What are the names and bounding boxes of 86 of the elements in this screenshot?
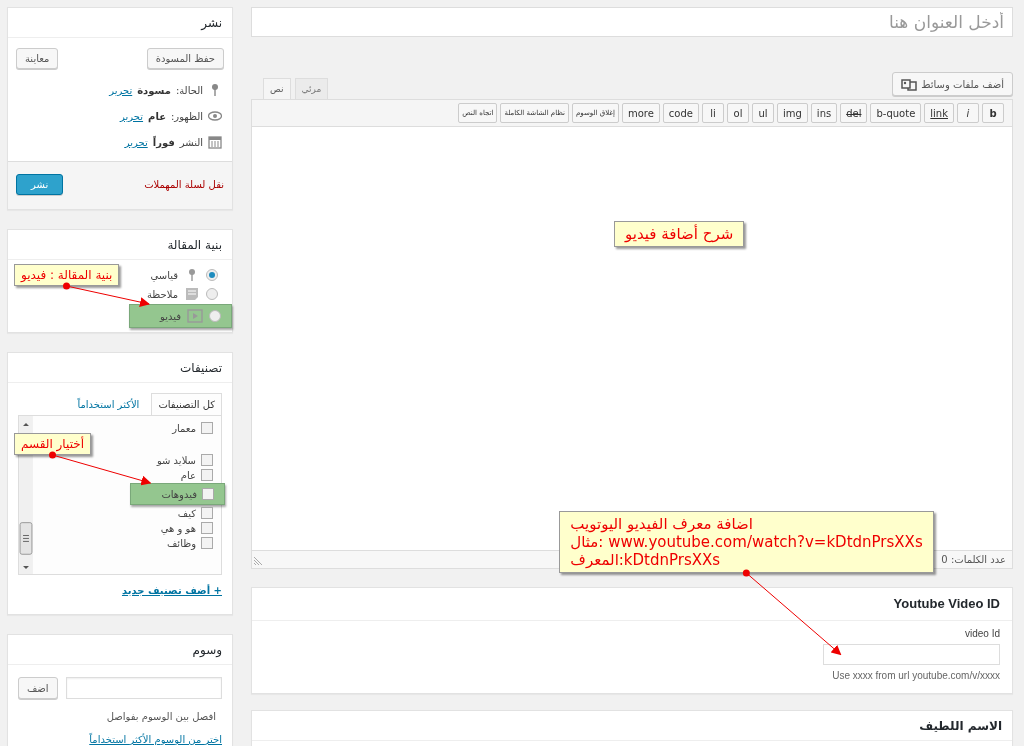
meta-label: الحالة: bbox=[175, 84, 203, 96]
format-option[interactable]: ملاحظة bbox=[142, 285, 222, 303]
category-item[interactable]: معمار bbox=[170, 421, 215, 435]
checkbox[interactable] bbox=[201, 522, 213, 534]
category-item[interactable]: فيدوهات bbox=[130, 483, 225, 505]
radio-button[interactable] bbox=[209, 310, 221, 322]
callout-text: بنية المقالة : فيديو bbox=[21, 268, 113, 282]
category-label: معمار bbox=[172, 422, 196, 434]
category-label: وظائف bbox=[167, 537, 196, 549]
panel-title: تصنيفات bbox=[8, 353, 232, 383]
toolbar-button[interactable]: ul bbox=[752, 103, 774, 123]
checkbox[interactable] bbox=[201, 422, 213, 434]
popular-tags-link[interactable]: اختر من الوسوم الأكثر استخداماً bbox=[8, 730, 232, 746]
checkbox[interactable] bbox=[201, 469, 213, 481]
format-option[interactable]: فيديو bbox=[129, 304, 232, 328]
panel-title: Youtube Video ID bbox=[252, 588, 1012, 621]
panel-title: الاسم اللطيف bbox=[252, 711, 1012, 741]
tag-input-field[interactable] bbox=[65, 677, 222, 699]
callout-text: مثال: www.youtube.com/watch?v=kDtdnPrsXXs bbox=[570, 533, 923, 551]
toolbar-button[interactable]: b-quote bbox=[870, 103, 922, 123]
format-option[interactable]: قياسي bbox=[146, 266, 222, 284]
option-label: قياسي bbox=[150, 269, 178, 281]
panel-title: نشر bbox=[8, 8, 232, 38]
add-category-link[interactable]: + أضف تصنيف جديد bbox=[8, 575, 232, 614]
preview-button[interactable]: معاينة bbox=[16, 48, 59, 69]
field-label: video Id bbox=[964, 628, 1000, 639]
category-item[interactable]: سلايد شو bbox=[154, 453, 215, 467]
checkbox[interactable] bbox=[201, 537, 213, 549]
category-label: سلايد شو bbox=[156, 454, 196, 466]
note-icon bbox=[184, 287, 200, 301]
toolbar-button[interactable]: li bbox=[702, 103, 724, 123]
toolbar-button[interactable]: more bbox=[621, 103, 660, 123]
category-label: عام bbox=[180, 469, 196, 481]
editor-tab[interactable]: نص bbox=[263, 78, 291, 99]
tag-hint: افصل بين الوسوم بفواصل bbox=[105, 710, 217, 724]
category-item[interactable]: وظائف bbox=[165, 536, 215, 550]
meta-value: عام bbox=[148, 110, 166, 122]
checkbox[interactable] bbox=[201, 507, 213, 519]
toolbar-button[interactable]: ol bbox=[727, 103, 749, 123]
toolbar-button[interactable]: link bbox=[924, 103, 954, 123]
add-tag-button[interactable]: اضف bbox=[18, 677, 58, 699]
panel-title: بنية المقالة bbox=[8, 230, 232, 260]
category-item[interactable]: عام bbox=[178, 468, 215, 482]
edit-link[interactable]: تحرير bbox=[124, 136, 148, 148]
trash-link[interactable]: نقل لسلة المهملات bbox=[144, 179, 224, 190]
save-draft-button[interactable]: حفظ المسودة bbox=[146, 48, 224, 69]
radio-button[interactable] bbox=[206, 269, 218, 281]
option-label: فيديو bbox=[160, 310, 181, 322]
meta-value: مسودة bbox=[137, 84, 171, 96]
checkbox[interactable] bbox=[201, 454, 213, 466]
meta-value: فوراً bbox=[152, 136, 175, 148]
checkbox[interactable] bbox=[202, 488, 214, 500]
toolbar-button[interactable]: code bbox=[662, 103, 699, 123]
meta-label: الظهور: bbox=[171, 110, 203, 122]
callout-text: شرح أضافة فيديو bbox=[625, 225, 734, 243]
edit-link[interactable]: تحرير bbox=[109, 84, 133, 96]
word-count: عدد الكلمات: 0 bbox=[941, 554, 1006, 565]
category-tab[interactable]: الأكثر استخداماً bbox=[71, 394, 146, 415]
media-icon bbox=[901, 77, 918, 91]
callout-text: المعرف:kDtdnPrsXXs bbox=[570, 551, 722, 569]
category-tab[interactable]: كل التصنيفات bbox=[151, 393, 222, 415]
toolbar-button[interactable]: ins bbox=[810, 103, 838, 123]
meta-label: النشر bbox=[179, 136, 203, 148]
video-icon bbox=[187, 309, 203, 323]
category-label: هو و هي bbox=[160, 522, 196, 534]
edit-link[interactable]: تحرير bbox=[120, 110, 144, 122]
category-label: كيف bbox=[177, 507, 196, 519]
toolbar-button[interactable]: del bbox=[840, 103, 868, 123]
callout-text: أختيار القسم bbox=[21, 437, 84, 451]
option-label: ملاحظة bbox=[146, 288, 178, 300]
panel-title: وسوم bbox=[8, 635, 232, 665]
callout-text: اضافة معرف الفيديو اليوتويب bbox=[570, 515, 754, 533]
eye-icon bbox=[208, 109, 222, 123]
toolbar-button[interactable]: b bbox=[982, 103, 1004, 123]
editor-tab[interactable]: مرئي bbox=[294, 78, 329, 99]
help-text: Use xxxx from url youtube.com/v/xxxx bbox=[832, 670, 1000, 681]
radio-button[interactable] bbox=[206, 288, 218, 300]
add-media-button[interactable]: أضف ملفات وسائط bbox=[892, 72, 1013, 96]
resize-handle-icon bbox=[254, 554, 264, 565]
toolbar-button[interactable]: i bbox=[957, 103, 979, 123]
video-id-field[interactable] bbox=[823, 644, 1000, 665]
category-item[interactable]: هو و هي bbox=[158, 521, 215, 535]
calendar-icon bbox=[208, 135, 222, 149]
category-label: فيدوهات bbox=[161, 488, 197, 500]
category-item[interactable]: كيف bbox=[175, 506, 215, 520]
toolbar-button[interactable]: img bbox=[777, 103, 808, 123]
